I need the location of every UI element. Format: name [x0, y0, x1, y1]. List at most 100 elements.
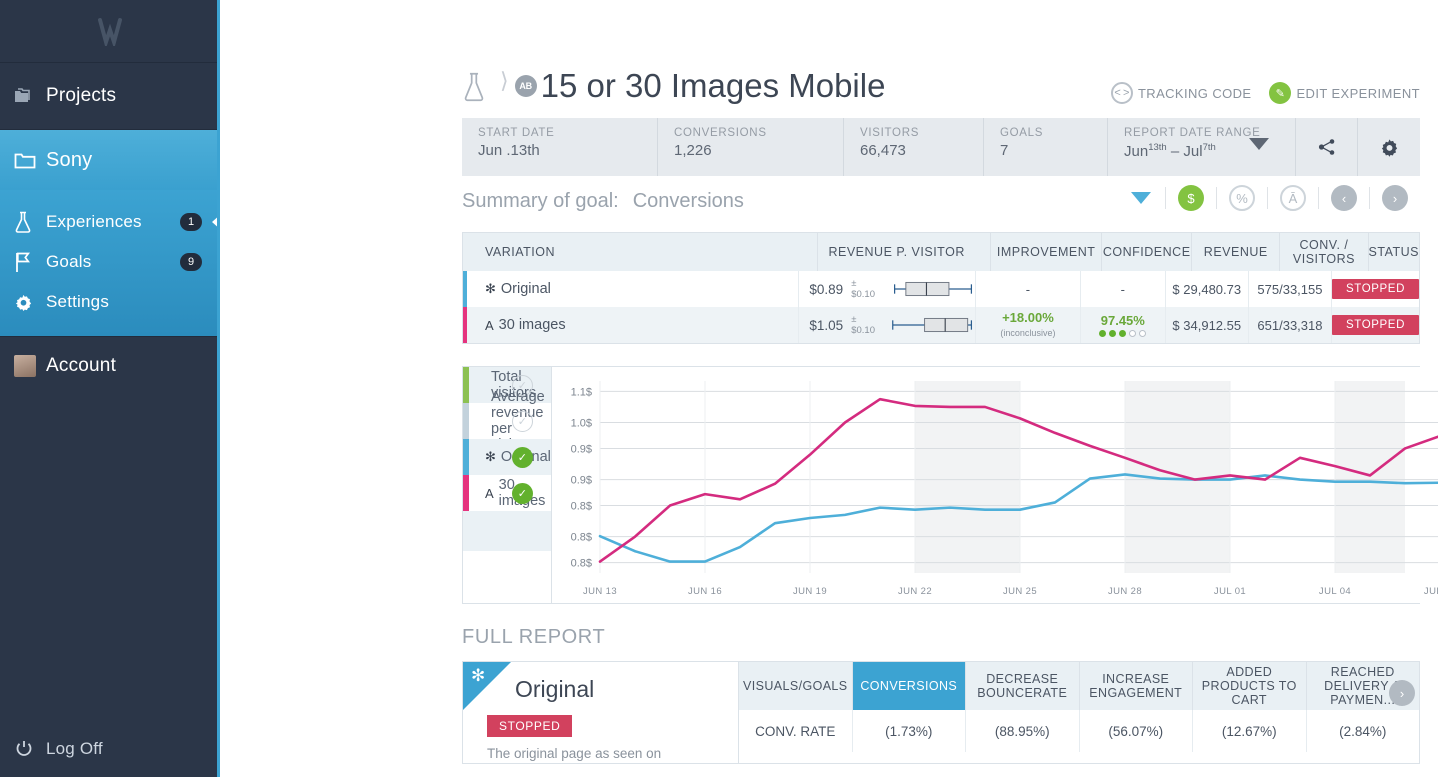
- sidebar-item-label: Goals: [46, 252, 92, 271]
- tracking-code-label: TRACKING CODE: [1137, 85, 1252, 101]
- table-row[interactable]: ✻ Original $0.89 ± $0.10 - - $ 29,480.73…: [463, 271, 1419, 307]
- sidebar-subnav: Experiences 1 Goals 9 Settings: [0, 190, 221, 336]
- col-decrease-bouncerate[interactable]: DECREASE BOUNCERATE: [966, 662, 1080, 710]
- col-status[interactable]: STATUS: [1369, 233, 1419, 271]
- rpv-margin: ± $0.10: [851, 278, 875, 300]
- row-color-bar: [463, 307, 467, 343]
- cell-revenue: $ 34,912.55: [1166, 307, 1249, 343]
- cell-improvement: -: [976, 271, 1081, 307]
- cell-revenue-per-visitor: $0.89 ± $0.10: [799, 271, 976, 307]
- legend-checkbox[interactable]: ✓: [511, 447, 533, 468]
- full-report-table: VISUALS/GOALS CONVERSIONS DECREASE BOUNCE…: [739, 662, 1419, 763]
- cell-reached-delivery-payment: (2.84%): [1339, 723, 1387, 739]
- table-row[interactable]: A 30 images $1.05 ± $0.10 +18.00% (incon…: [463, 307, 1419, 343]
- sidebar-item-goals[interactable]: Goals 9: [0, 242, 220, 282]
- stat-label: CONVERSIONS: [674, 127, 767, 139]
- cell-status: STOPPED: [1332, 307, 1419, 343]
- col-increase-engagement[interactable]: INCREASE ENGAGEMENT: [1079, 662, 1193, 710]
- cell-confidence: -: [1081, 271, 1166, 307]
- sidebar-item-settings[interactable]: Settings: [0, 282, 220, 322]
- currency-toggle[interactable]: $: [1178, 185, 1204, 211]
- page-title: 15 or 30 Images Mobile: [540, 67, 886, 104]
- variation-name: 30 images: [498, 317, 566, 333]
- svg-text:JUN 16: JUN 16: [688, 586, 722, 597]
- chevron-right-icon[interactable]: ›: [1389, 680, 1415, 706]
- status-badge: STOPPED: [1332, 279, 1419, 299]
- col-confidence[interactable]: CONFIDENCE: [1102, 233, 1193, 271]
- sidebar-item-experiences[interactable]: Experiences 1: [0, 202, 221, 242]
- cell-added-products-to-cart: (12.67%): [1193, 710, 1307, 752]
- caret-down-icon[interactable]: [1249, 138, 1269, 150]
- percent-toggle[interactable]: %: [1229, 185, 1255, 211]
- svg-text:0.8$: 0.8$: [570, 532, 591, 544]
- sidebar-item-account[interactable]: Account: [0, 336, 220, 394]
- gear-icon: [14, 293, 46, 312]
- col-variation[interactable]: VARIATION: [463, 233, 819, 271]
- sidebar-item-sony[interactable]: Sony: [0, 130, 220, 190]
- legend-item-average-revenue[interactable]: Average revenue per visitor ✓: [463, 389, 551, 453]
- rpv-margin: ± $0.10: [851, 314, 875, 336]
- share-button[interactable]: [1296, 118, 1358, 176]
- improvement-value: +18.00%: [1002, 309, 1054, 325]
- cell-revenue-per-visitor: $1.05 ± $0.10: [799, 307, 976, 343]
- variation-name: Original: [500, 281, 551, 297]
- stat-label: START DATE: [478, 127, 555, 139]
- folder-icon: [14, 151, 46, 169]
- summary-row: Summary of goal: Conversions $ % Ā ‹ ›: [462, 176, 1420, 226]
- prev-goal-button[interactable]: ‹: [1331, 185, 1357, 211]
- legend-item-30-images[interactable]: A 30 images ✓: [463, 475, 551, 511]
- full-report-variation: ✻ Original STOPPED The original page as …: [463, 662, 739, 763]
- next-goal-button[interactable]: ›: [1382, 185, 1408, 211]
- sidebar-item-label: Settings: [46, 292, 110, 311]
- folder-copy-icon: [14, 87, 46, 105]
- share-icon: [1318, 139, 1334, 155]
- revenue-line-chart[interactable]: 1.1$ 1.0$ 0.9$ 0.9$ 0.8$ 0.8$ 0.8$ JUN 13 JUN 16…: [551, 367, 1438, 603]
- filter-caret-icon[interactable]: [1131, 192, 1151, 204]
- sidebar-item-projects[interactable]: Projects: [0, 63, 220, 130]
- webtrends-logo-icon: [98, 18, 122, 46]
- full-report-title: FULL REPORT: [462, 626, 606, 648]
- col-visuals-goals[interactable]: VISUALS/GOALS: [739, 662, 853, 710]
- legend-color-bar: [463, 367, 469, 403]
- settings-button[interactable]: [1358, 118, 1420, 176]
- sidebar-item-label: Projects: [46, 85, 117, 106]
- status-badge: STOPPED: [1332, 315, 1419, 335]
- flask-icon[interactable]: [462, 72, 486, 107]
- legend-filler: [463, 511, 551, 551]
- cell-variation: ✻ Original: [463, 271, 800, 307]
- col-added-products-to-cart[interactable]: ADDED PRODUCTS TO CART: [1193, 662, 1307, 710]
- cell-conv-visitors: 575/33,155: [1249, 271, 1333, 307]
- cell-metric-name: CONV. RATE: [739, 710, 853, 752]
- summary-goal[interactable]: Conversions: [633, 190, 744, 213]
- edit-experiment-label: EDIT EXPERIMENT: [1296, 85, 1420, 101]
- divider: [1318, 187, 1319, 209]
- logoff-button[interactable]: Log Off: [0, 721, 220, 777]
- col-revenue[interactable]: REVENUE: [1192, 233, 1281, 271]
- legend-color-bar: [463, 439, 469, 475]
- col-conversions[interactable]: CONVERSIONS: [852, 662, 966, 710]
- col-improvement[interactable]: IMPROVEMENT: [991, 233, 1103, 271]
- report-date-range-selector[interactable]: REPORT DATE RANGE Jun13th – Jul7th: [1108, 118, 1296, 176]
- range-to-day: 7th: [1202, 142, 1216, 153]
- logo-area[interactable]: [0, 0, 220, 63]
- confidence-value: 97.45%: [1100, 313, 1145, 328]
- svg-text:0.8$: 0.8$: [570, 558, 591, 570]
- stat-label: REPORT DATE RANGE: [1124, 127, 1261, 139]
- absolute-toggle[interactable]: Ā: [1280, 185, 1306, 211]
- stat-value: 1,226: [674, 142, 712, 159]
- cell-variation: A 30 images: [463, 307, 800, 343]
- legend-checkbox[interactable]: ✓: [511, 411, 533, 432]
- tracking-code-button[interactable]: < > TRACKING CODE: [1110, 82, 1252, 104]
- edit-experiment-button[interactable]: ✎ EDIT EXPERIMENT: [1269, 82, 1420, 104]
- col-revenue-per-visitor[interactable]: REVENUE P. VISITOR: [818, 233, 992, 271]
- legend-checkbox[interactable]: ✓: [511, 483, 533, 504]
- rpv-value: $1.05: [809, 317, 844, 333]
- summary-controls: $ % Ā ‹ ›: [1117, 185, 1420, 211]
- header-actions: < > TRACKING CODE ✎ EDIT EXPERIMENT: [1110, 82, 1420, 104]
- range-to-month: Jul: [1183, 143, 1203, 160]
- boxplot-original: [893, 281, 972, 297]
- legend-item-original[interactable]: ✻ Original ✓: [463, 439, 551, 475]
- col-conv-visitors[interactable]: CONV. / VISITORS: [1280, 233, 1369, 271]
- svg-text:0.9$: 0.9$: [570, 443, 591, 455]
- stat-value: 7: [1000, 142, 1009, 159]
